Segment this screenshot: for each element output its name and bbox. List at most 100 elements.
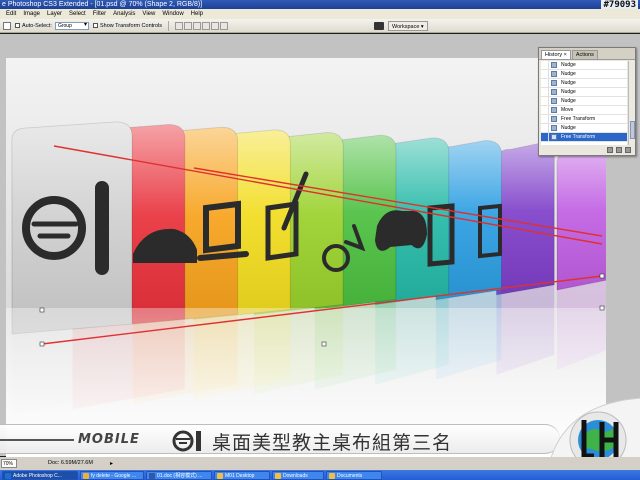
- history-state-icon: [551, 134, 557, 140]
- align-hcenter-button[interactable]: [211, 21, 220, 30]
- workspace-area: History × Actions Nudge Nudge Nudge Nudge Nu…: [0, 34, 640, 480]
- taskbar-button-label: fy delete - Google ...: [91, 472, 137, 479]
- history-row[interactable]: Nudge: [541, 88, 627, 97]
- auto-select-value: Group: [57, 22, 72, 29]
- menu-bar: Edit Image Layer Select Filter Analysis …: [0, 9, 640, 19]
- taskbar-button-label: Documents: [337, 472, 363, 479]
- menu-filter[interactable]: Filter: [93, 9, 106, 19]
- photoshop-window: e Photoshop CS3 Extended - [01.psd @ 70%…: [0, 0, 640, 480]
- taskbar-button[interactable]: 01.doc (相容模式) ...: [146, 470, 212, 480]
- menu-analysis[interactable]: Analysis: [113, 9, 135, 19]
- menu-layer[interactable]: Layer: [47, 9, 62, 19]
- gamepad-icon: [374, 210, 428, 251]
- icon-card-gloss: [557, 146, 606, 290]
- menu-help[interactable]: Help: [191, 9, 203, 19]
- taskbar-button-label: Adobe Photoshop C...: [13, 472, 62, 479]
- history-state-icon: [551, 71, 557, 77]
- workspace-button[interactable]: Workspace ▾: [388, 21, 428, 31]
- options-bar: Auto-Select: Group Show Transform Contro…: [0, 19, 640, 33]
- history-footer: [539, 145, 635, 155]
- history-panel: History × Actions Nudge Nudge Nudge Nudge Nu…: [538, 47, 636, 156]
- menu-window[interactable]: Window: [162, 9, 183, 19]
- taskbar-button[interactable]: fy delete - Google ...: [80, 470, 144, 480]
- align-vcenter-button[interactable]: [184, 21, 193, 30]
- transform-handle[interactable]: [321, 341, 327, 347]
- history-scrollbar[interactable]: [628, 61, 635, 145]
- align-bottom-button[interactable]: [193, 21, 202, 30]
- history-row-label: Nudge: [561, 124, 576, 131]
- history-list: Nudge Nudge Nudge Nudge Nudge Move Free Transf…: [541, 61, 627, 145]
- menu-view[interactable]: View: [142, 9, 155, 19]
- taskbar-app-icon: [275, 472, 281, 479]
- promo-banner: MOBILE 桌面美型教主桌布組第三名: [0, 424, 560, 454]
- document-canvas[interactable]: [6, 58, 606, 480]
- history-snapshot-checkbox[interactable]: [541, 88, 549, 96]
- history-state-icon: [551, 116, 557, 122]
- history-row[interactable]: Nudge: [541, 79, 627, 88]
- transform-handle[interactable]: [599, 305, 605, 311]
- transform-handle[interactable]: [39, 341, 45, 347]
- mobile01-logo-icon: [172, 430, 201, 452]
- history-snapshot-checkbox[interactable]: [541, 124, 549, 132]
- new-document-from-state-icon[interactable]: [607, 147, 613, 153]
- icon-card-gloss: [496, 143, 555, 295]
- new-snapshot-icon[interactable]: [616, 147, 622, 153]
- history-row[interactable]: Nudge: [541, 61, 627, 70]
- history-row-label: Nudge: [561, 61, 576, 68]
- taskbar-app-icon: [83, 472, 89, 479]
- history-row[interactable]: Nudge: [541, 97, 627, 106]
- menu-select[interactable]: Select: [69, 9, 86, 19]
- canvas-artwork: [6, 121, 606, 458]
- window-title: e Photoshop CS3 Extended - [01.psd @ 70%…: [2, 1, 203, 8]
- history-snapshot-checkbox[interactable]: [541, 133, 549, 141]
- history-snapshot-checkbox[interactable]: [541, 106, 549, 114]
- move-tool-preset-button[interactable]: [3, 21, 11, 30]
- history-row-label: Free Transform: [561, 115, 596, 122]
- taskbar-button-label: M01 Desktop: [225, 472, 255, 479]
- title-bar: e Photoshop CS3 Extended - [01.psd @ 70%…: [0, 0, 640, 9]
- transform-handle[interactable]: [599, 273, 605, 279]
- trash-icon[interactable]: [625, 147, 631, 153]
- taskbar-button[interactable]: Downloads: [272, 470, 324, 480]
- tab-history[interactable]: History ×: [541, 50, 571, 59]
- history-row[interactable]: Free Transform: [541, 133, 627, 142]
- transform-controls-checkbox[interactable]: [92, 23, 98, 28]
- banner-title: 桌面美型教主桌布組第三名: [212, 432, 453, 454]
- auto-select-dropdown[interactable]: Group: [54, 21, 89, 30]
- taskbar-button[interactable]: Adobe Photoshop C...: [2, 470, 78, 480]
- history-snapshot-checkbox[interactable]: [541, 70, 549, 78]
- history-row[interactable]: Nudge: [541, 70, 627, 79]
- history-state-icon: [551, 125, 557, 131]
- taskbar-app-icon: [217, 472, 223, 479]
- history-state-icon: [551, 89, 557, 95]
- bridge-icon[interactable]: [374, 22, 384, 30]
- taskbar-button[interactable]: M01 Desktop: [214, 470, 270, 480]
- tab-actions[interactable]: Actions: [571, 50, 598, 59]
- menu-edit[interactable]: Edit: [6, 9, 16, 19]
- document-size-info: Doc: 6.59M/27.6M: [48, 460, 93, 466]
- history-state-icon: [551, 62, 557, 68]
- history-state-icon: [551, 80, 557, 86]
- history-scroll-thumb[interactable]: [630, 121, 635, 139]
- align-left-button[interactable]: [202, 21, 211, 30]
- history-snapshot-checkbox[interactable]: [541, 61, 549, 69]
- taskbar-button[interactable]: Documents: [326, 470, 382, 480]
- history-row-label: Nudge: [561, 70, 576, 77]
- history-row[interactable]: Free Transform: [541, 115, 627, 124]
- transform-handle[interactable]: [39, 307, 45, 313]
- history-snapshot-checkbox[interactable]: [541, 79, 549, 87]
- transform-controls-label: Show Transform Controls: [99, 22, 163, 29]
- history-panel-tabs: History × Actions: [539, 48, 635, 60]
- taskbar-app-icon: [329, 472, 335, 479]
- menu-image[interactable]: Image: [23, 9, 40, 19]
- align-right-button[interactable]: [220, 21, 229, 30]
- history-snapshot-checkbox[interactable]: [541, 97, 549, 105]
- zoom-field[interactable]: 70%: [1, 459, 17, 468]
- align-top-button[interactable]: [175, 21, 184, 30]
- history-snapshot-checkbox[interactable]: [541, 115, 549, 123]
- auto-select-checkbox[interactable]: [15, 23, 20, 28]
- banner-line: [0, 439, 74, 441]
- auto-select-label: Auto-Select:: [22, 22, 52, 29]
- status-menu-arrow-icon[interactable]: ▸: [110, 461, 113, 467]
- banner-mobile-text: MOBILE: [78, 432, 140, 447]
